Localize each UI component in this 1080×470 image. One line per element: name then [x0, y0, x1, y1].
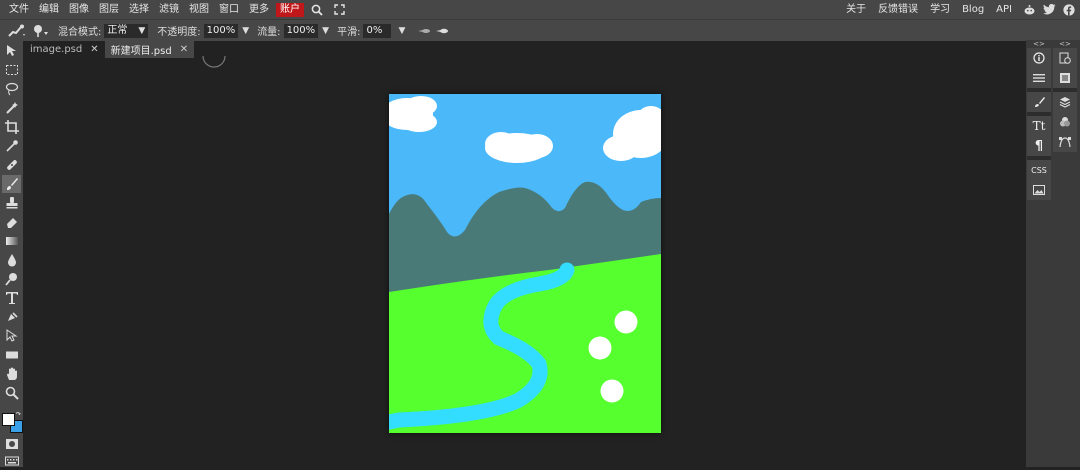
close-icon[interactable]: ✕	[90, 44, 98, 55]
hand-icon[interactable]	[2, 365, 21, 383]
paths-icon[interactable]	[1053, 132, 1077, 152]
document-tabs: image.psd ✕ 新建项目.psd ✕	[24, 40, 195, 58]
blend-mode-value: 正常	[107, 24, 128, 36]
menu-layer[interactable]: 图层	[94, 0, 124, 19]
keyboard-icon[interactable]	[2, 452, 21, 470]
menu-api[interactable]: API	[990, 0, 1018, 19]
pressure-opacity-icon[interactable]	[417, 27, 431, 35]
dodge-icon[interactable]	[2, 270, 21, 288]
type-icon[interactable]	[2, 289, 21, 307]
smoothing-label: 平滑:	[337, 27, 361, 38]
properties-icon[interactable]	[1027, 68, 1051, 88]
magic-wand-icon[interactable]	[2, 99, 21, 117]
facebook-icon[interactable]	[1060, 0, 1078, 19]
menu-filter[interactable]: 滤镜	[154, 0, 184, 19]
history-icon[interactable]	[1053, 48, 1077, 68]
info-icon[interactable]	[1027, 48, 1051, 68]
eyedropper-icon[interactable]	[2, 137, 21, 155]
eraser-icon[interactable]	[2, 213, 21, 231]
blend-chevron-down-icon[interactable]: ▼	[138, 26, 145, 36]
right-panel: <> Tt ¶ CSS <>	[1026, 40, 1080, 467]
tab-image-psd[interactable]: image.psd ✕	[24, 40, 105, 58]
opacity-input[interactable]: 100%	[203, 23, 239, 38]
menu-blog[interactable]: Blog	[956, 0, 990, 19]
pen-icon[interactable]	[2, 308, 21, 326]
color-swatches: ↷	[1, 412, 23, 434]
collapse-toggle[interactable]: <>	[1027, 40, 1051, 48]
image-icon[interactable]	[1027, 180, 1051, 200]
css-label: CSS	[1031, 165, 1047, 175]
menu-feedback[interactable]: 反馈错误	[872, 0, 924, 19]
tab-label: image.psd	[30, 43, 83, 55]
menu-more[interactable]: 更多	[244, 0, 274, 19]
channels-icon[interactable]	[1053, 112, 1077, 132]
dot	[600, 379, 624, 403]
menu-bar: 文件 编辑 图像 图层 选择 滤镜 视图 窗口 更多 账户 关于 反馈错误 学习…	[0, 0, 1080, 19]
path-select-icon[interactable]	[2, 327, 21, 345]
menu-file[interactable]: 文件	[4, 0, 34, 19]
cloud	[389, 96, 437, 132]
smoothing-chevron-down-icon[interactable]: ▼	[398, 26, 405, 36]
brush-size-icon[interactable]	[32, 24, 50, 38]
fullscreen-icon[interactable]	[330, 0, 348, 19]
twitter-icon[interactable]	[1040, 0, 1058, 19]
swatches-icon[interactable]	[1053, 68, 1077, 88]
marquee-icon[interactable]	[2, 61, 21, 79]
character-panel-button[interactable]: Tt	[1027, 116, 1051, 136]
layers-icon[interactable]	[1053, 92, 1077, 112]
menu-left: 文件 编辑 图像 图层 选择 滤镜 视图 窗口 更多 账户	[4, 0, 348, 19]
brush-settings-icon[interactable]	[1027, 92, 1051, 112]
tab-label: 新建项目.psd	[110, 45, 172, 57]
brush-icon[interactable]	[2, 175, 21, 193]
gradient-icon[interactable]	[2, 232, 21, 250]
close-icon[interactable]: ✕	[180, 44, 188, 55]
pressure-size-icon[interactable]	[435, 27, 449, 35]
quick-mask-icon[interactable]	[2, 435, 21, 453]
zoom-icon[interactable]	[2, 384, 21, 402]
css-panel-button[interactable]: CSS	[1027, 160, 1051, 180]
dot	[588, 336, 612, 360]
healing-icon[interactable]	[2, 156, 21, 174]
menu-right: 关于 反馈错误 学习 Blog API	[840, 0, 1078, 19]
flow-label: 流量:	[257, 27, 281, 38]
character-icon: Tt	[1032, 119, 1046, 133]
collapse-toggle[interactable]: <>	[1053, 40, 1077, 48]
crop-icon[interactable]	[2, 118, 21, 136]
right-panel-column-1: <> Tt ¶ CSS	[1027, 40, 1051, 200]
options-bar: 混合模式: 正常 ▼ 不透明度: 100% ▼ 流量: 100% ▼ 平滑: 0…	[0, 19, 1080, 41]
dot	[614, 310, 638, 334]
lasso-icon[interactable]	[2, 80, 21, 98]
menu-view[interactable]: 视图	[184, 0, 214, 19]
foreground-color-swatch[interactable]	[2, 413, 15, 426]
menu-edit[interactable]: 编辑	[34, 0, 64, 19]
stamp-icon[interactable]	[2, 194, 21, 212]
tab-new-project-psd[interactable]: 新建项目.psd ✕	[104, 40, 195, 58]
menu-about[interactable]: 关于	[840, 0, 872, 19]
reddit-icon[interactable]	[1020, 0, 1038, 19]
menu-learn[interactable]: 学习	[924, 0, 956, 19]
opacity-chevron-down-icon[interactable]: ▼	[242, 26, 249, 36]
shape-icon[interactable]	[2, 346, 21, 364]
account-button[interactable]: 账户	[276, 2, 304, 17]
opacity-label: 不透明度:	[157, 27, 201, 38]
search-icon[interactable]	[308, 0, 326, 19]
paragraph-panel-button[interactable]: ¶	[1027, 136, 1051, 156]
move-icon[interactable]	[2, 42, 21, 60]
paragraph-icon: ¶	[1034, 138, 1044, 154]
menu-window[interactable]: 窗口	[214, 0, 244, 19]
canvas-artwork[interactable]	[389, 94, 661, 433]
menu-select[interactable]: 选择	[124, 0, 154, 19]
flow-chevron-down-icon[interactable]: ▼	[322, 26, 329, 36]
brush-preset-icon[interactable]	[8, 24, 26, 38]
swap-colors-icon[interactable]: ↷	[16, 412, 22, 418]
blend-mode-label: 混合模式:	[58, 27, 102, 38]
smoothing-input[interactable]: 0%	[363, 23, 392, 38]
tools-panel: ↷	[0, 40, 23, 467]
blur-icon[interactable]	[2, 251, 21, 269]
flow-input[interactable]: 100%	[283, 23, 319, 38]
right-panel-column-2: <>	[1053, 40, 1077, 152]
loading-spinner-icon	[202, 55, 226, 68]
menu-image[interactable]: 图像	[64, 0, 94, 19]
